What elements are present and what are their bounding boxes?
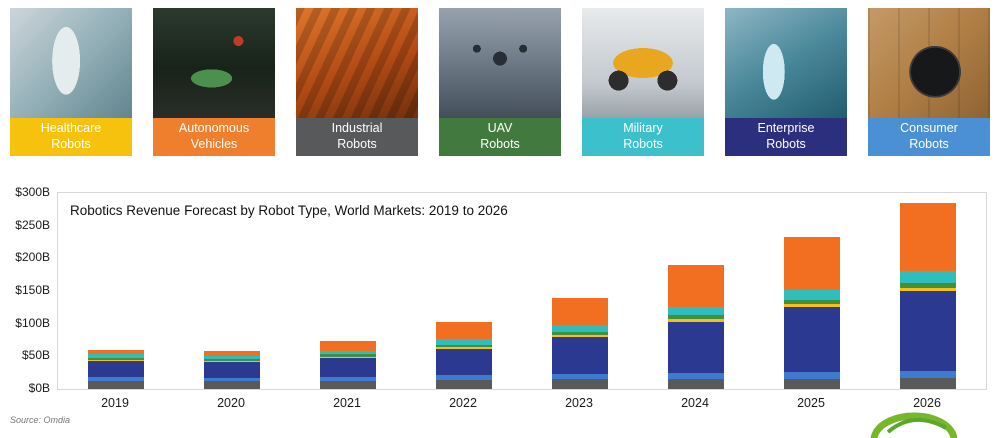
- y-axis-label-200b: $200B: [15, 250, 50, 265]
- stacked-bar-2019: [88, 349, 144, 389]
- bar-segment-industrial-robots: [436, 379, 492, 389]
- stacked-bar-2022: [436, 322, 492, 389]
- chart-title: Robotics Revenue Forecast by Robot Type,…: [70, 203, 508, 218]
- bar-segment-autonomous-vehicles: [900, 202, 956, 272]
- tile-label-enterprise: Enterprise Robots: [725, 118, 847, 156]
- surgical-robot-image: [10, 8, 132, 118]
- bar-segment-enterprise-robots: [320, 358, 376, 377]
- bar-segment-enterprise-robots: [900, 291, 956, 371]
- bar-segment-enterprise-robots: [88, 360, 144, 378]
- x-axis-label-2025: 2025: [797, 396, 825, 410]
- bar-segment-industrial-robots: [668, 378, 724, 389]
- bar-segment-enterprise-robots: [552, 336, 608, 374]
- stacked-bar-2021: [320, 341, 376, 389]
- x-axis-label-2026: 2026: [913, 396, 941, 410]
- bar-segment-autonomous-vehicles: [784, 237, 840, 291]
- stacked-bar-2024: [668, 264, 724, 389]
- bar-segment-consumer-robots: [900, 370, 956, 378]
- tile-autonomous-vehicles: Autonomous Vehicles: [153, 8, 275, 156]
- bar-segment-autonomous-vehicles: [552, 297, 608, 325]
- bar-segment-industrial-robots: [320, 380, 376, 389]
- tile-military-robots: Military Robots: [582, 8, 704, 156]
- tile-label-healthcare: Healthcare Robots: [10, 118, 132, 156]
- bar-segment-autonomous-vehicles: [436, 322, 492, 340]
- y-axis-label-0b: $0B: [28, 381, 50, 395]
- tile-label-military: Military Robots: [582, 118, 704, 156]
- stacked-bar-2026: [900, 202, 956, 389]
- bar-segment-enterprise-robots: [668, 321, 724, 373]
- tile-industrial-robots: Industrial Robots: [296, 8, 418, 156]
- bar-segment-industrial-robots: [784, 378, 840, 389]
- source-note: Source: Omdia: [10, 415, 71, 425]
- stacked-bar-2025: [784, 237, 840, 389]
- bar-segment-industrial-robots: [204, 381, 260, 389]
- bar-segment-military-robots: [900, 271, 956, 283]
- bar-segment-military-robots: [784, 290, 840, 300]
- tile-label-uav: UAV Robots: [439, 118, 561, 156]
- tile-label-autonomous: Autonomous Vehicles: [153, 118, 275, 156]
- tile-label-consumer: Consumer Robots: [868, 118, 990, 156]
- bar-segment-enterprise-robots: [436, 349, 492, 376]
- y-axis-label-150b: $150B: [15, 283, 50, 297]
- tile-enterprise-robots: Enterprise Robots: [725, 8, 847, 156]
- y-axis-label-100b: $100B: [15, 315, 50, 330]
- military-robot-image: [582, 8, 704, 118]
- consumer-robot-vacuum-image: [868, 8, 990, 118]
- tile-healthcare-robots: Healthcare Robots: [10, 8, 132, 156]
- bar-segment-industrial-robots: [88, 381, 144, 389]
- x-axis-label-2019: 2019: [101, 396, 129, 410]
- revenue-forecast-chart: Robotics Revenue Forecast by Robot Type,…: [0, 178, 1000, 418]
- x-axis-label-2021: 2021: [333, 396, 361, 410]
- bar-segment-military-robots: [668, 307, 724, 316]
- stacked-bar-2023: [552, 297, 608, 389]
- stacked-bar-2020: [204, 351, 260, 389]
- x-axis-label-2023: 2023: [565, 396, 593, 410]
- y-axis-label-50b: $50B: [21, 348, 50, 363]
- bar-segment-enterprise-robots: [784, 306, 840, 373]
- bar-segment-autonomous-vehicles: [668, 264, 724, 308]
- autonomous-vehicle-image: [153, 8, 275, 118]
- bar-segment-industrial-robots: [552, 379, 608, 389]
- industrial-robots-image: [296, 8, 418, 118]
- bar-segment-industrial-robots: [900, 377, 956, 389]
- tile-consumer-robots: Consumer Robots: [868, 8, 990, 156]
- robot-type-tiles: Healthcare Robots Autonomous Vehicles In…: [10, 8, 990, 156]
- x-axis-label-2020: 2020: [217, 396, 245, 410]
- bar-segment-autonomous-vehicles: [320, 341, 376, 351]
- bar-segment-enterprise-robots: [204, 362, 260, 378]
- plot-area: Robotics Revenue Forecast by Robot Type,…: [57, 192, 987, 390]
- uav-drone-image: [439, 8, 561, 118]
- tile-label-industrial: Industrial Robots: [296, 118, 418, 156]
- x-axis-label-2024: 2024: [681, 396, 709, 410]
- y-axis-label-300b: $300B: [15, 185, 50, 199]
- tile-uav-robots: UAV Robots: [439, 8, 561, 156]
- y-axis-label-250b: $250B: [15, 217, 50, 232]
- x-axis-label-2022: 2022: [449, 396, 477, 410]
- enterprise-robot-image: [725, 8, 847, 118]
